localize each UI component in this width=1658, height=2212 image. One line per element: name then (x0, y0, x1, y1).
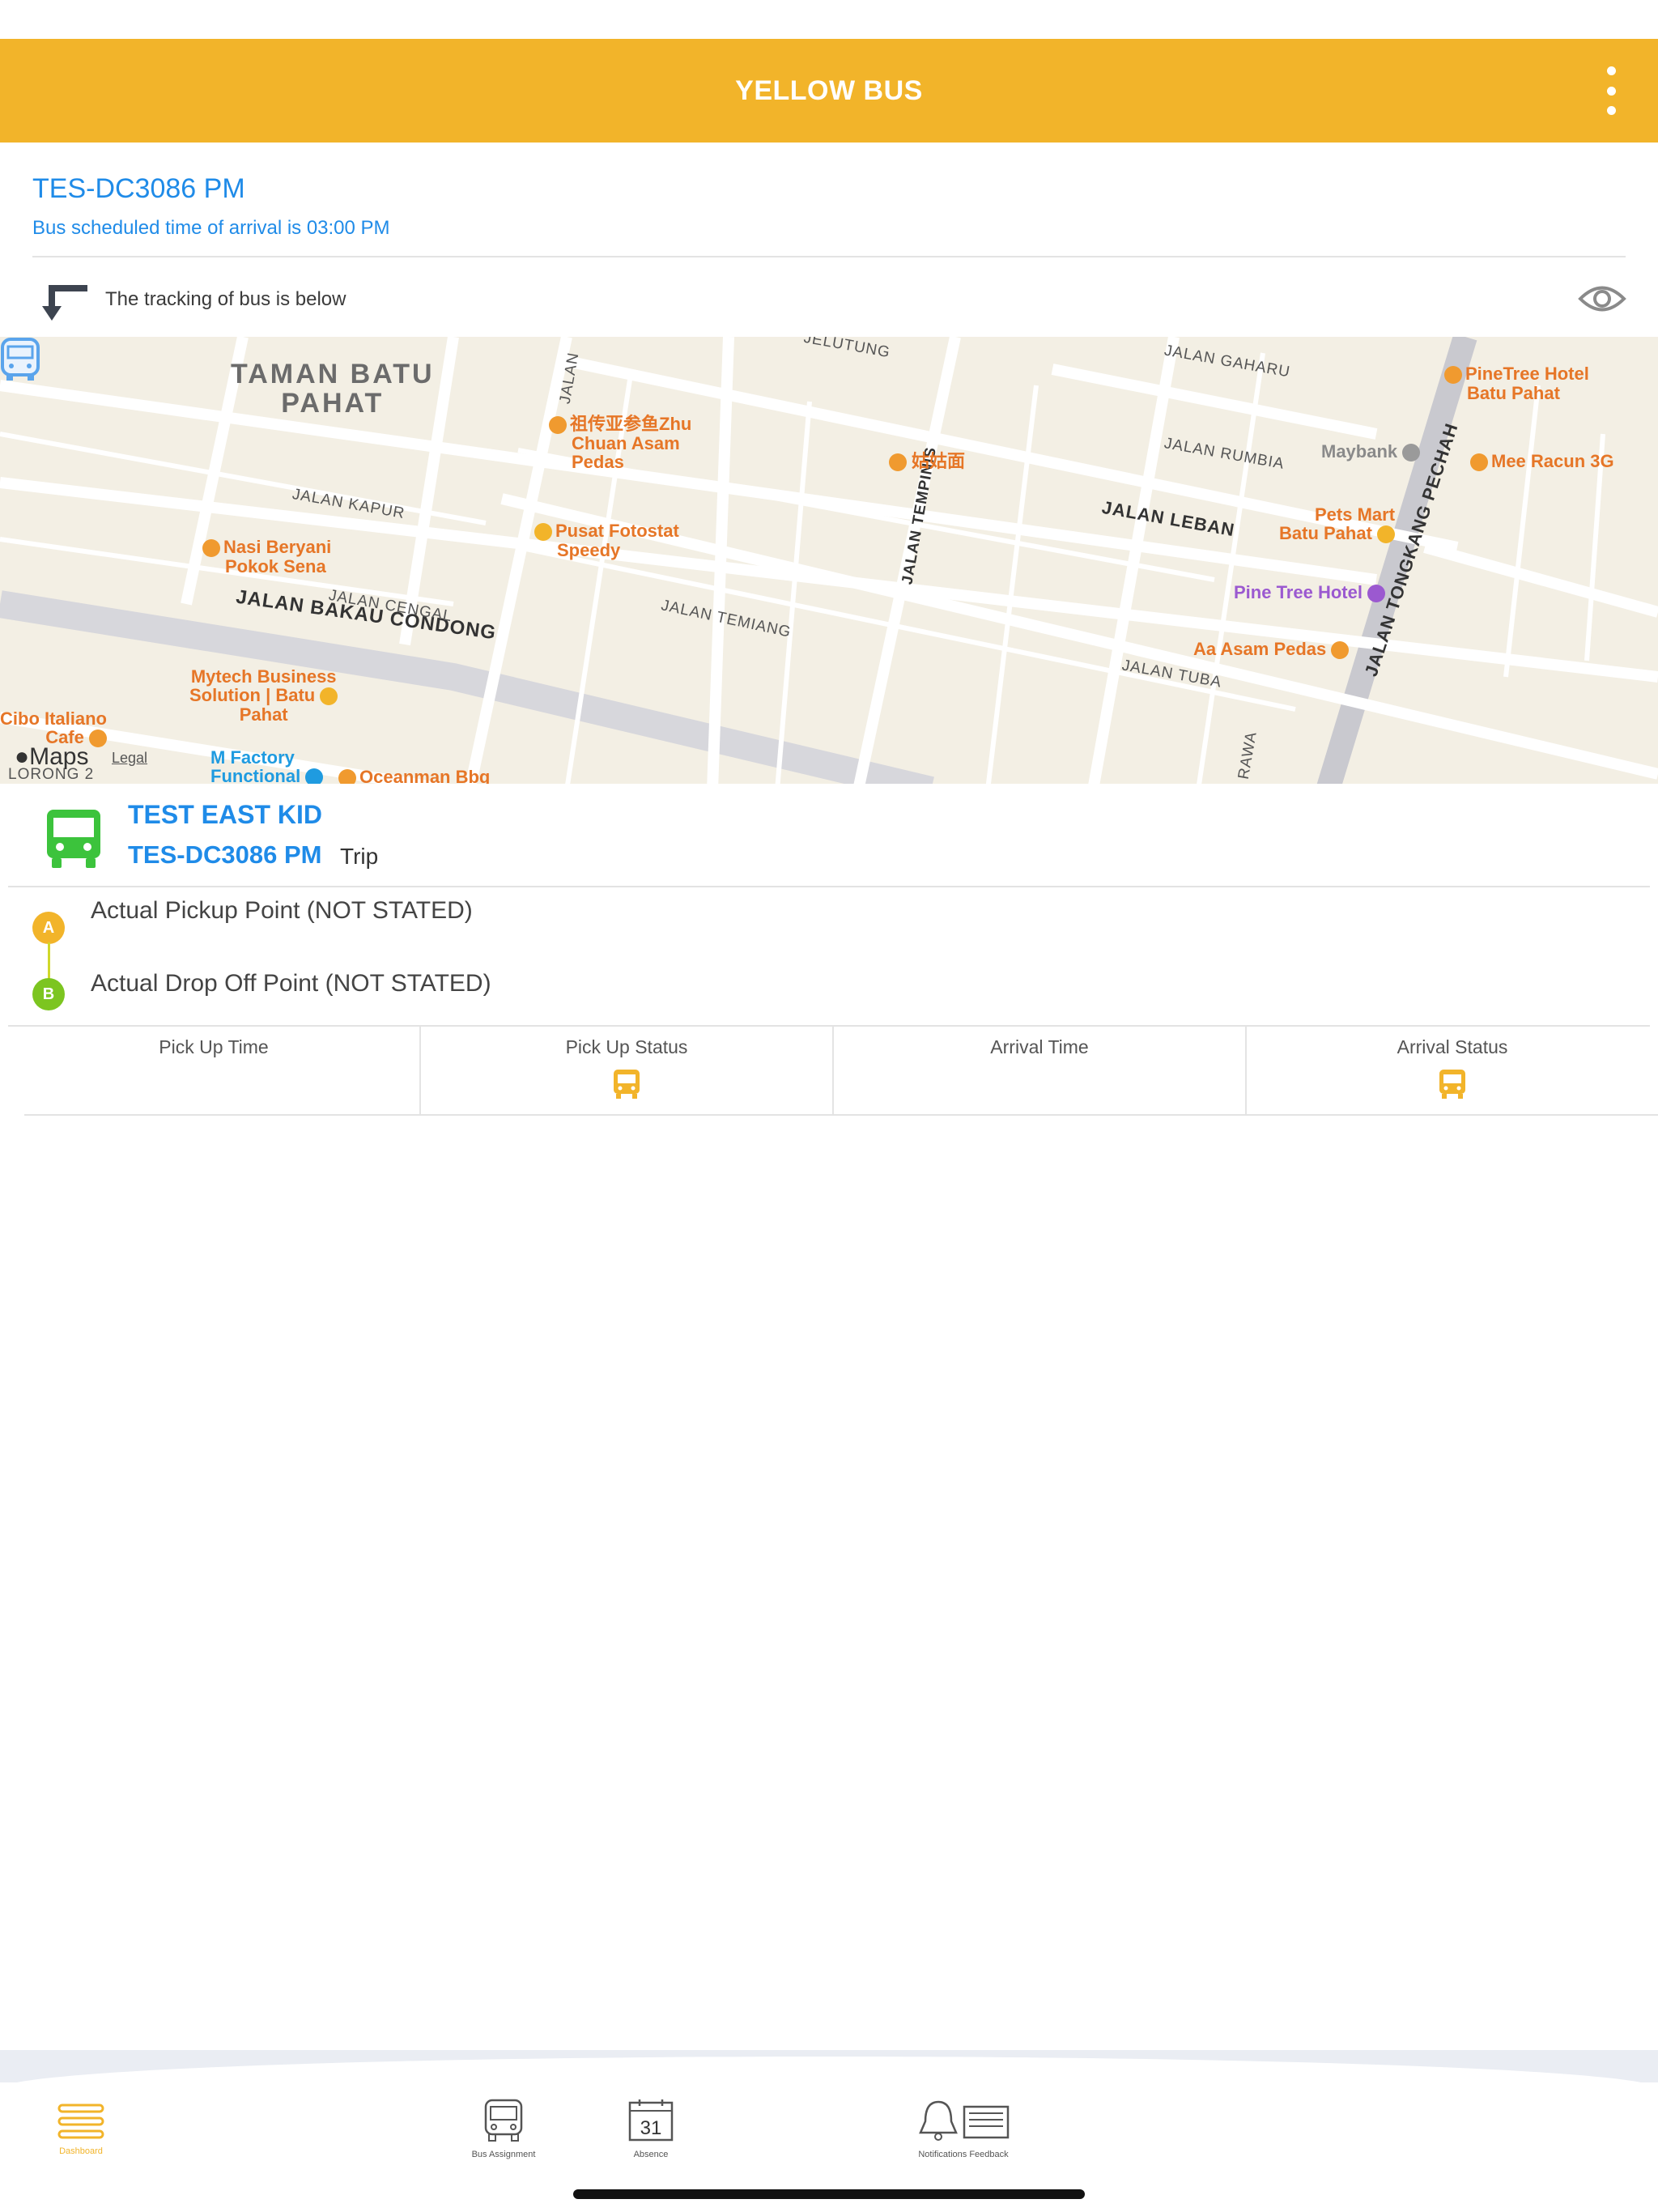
bus-icon (614, 1070, 640, 1099)
bus-icon (47, 810, 100, 868)
map-poi[interactable]: Pine Tree Hotel (1234, 583, 1386, 603)
map-poi[interactable]: Nasi Beryani Pokok Sena (202, 538, 331, 576)
tracking-text: The tracking of bus is below (105, 288, 346, 310)
map-poi[interactable]: M Factory Functional (210, 748, 324, 784)
tab-label: Dashboard (59, 2146, 103, 2156)
home-indicator (573, 2189, 1085, 2199)
map-poi[interactable]: 祖传亚参鱼Zhu Chuan Asam Pedas (549, 415, 691, 471)
pickup-point-text: Actual Pickup Point (NOT STATED) (91, 897, 473, 924)
arrival-status-column: Arrival Status (1245, 1027, 1658, 1114)
map-poi[interactable]: 姑姑面 (889, 452, 965, 472)
more-vertical-icon[interactable] (1601, 66, 1621, 115)
turn-down-arrow-icon (42, 285, 87, 321)
divider (32, 256, 1626, 257)
student-card[interactable]: TEST EAST KID TES-DC3086 PM Trip (0, 785, 1658, 886)
trip-label: Trip (340, 844, 379, 869)
legal-link[interactable]: Legal (112, 750, 147, 767)
tab-dashboard[interactable]: Dashboard (47, 2104, 115, 2156)
map-poi[interactable]: Mee Racun 3G (1470, 452, 1614, 472)
bus-icon (484, 2099, 523, 2142)
map-poi[interactable]: Oceanman Bbq (338, 768, 490, 784)
tracking-map[interactable]: TAMAN BATU PAHAT JALAN BAKAU CONDONG JALA… (0, 337, 1658, 784)
tab-label: Bus Assignment (471, 2150, 536, 2159)
column-header: Pick Up Status (565, 1036, 688, 1057)
pick-up-status-column: Pick Up Status (419, 1027, 832, 1114)
calendar-day: 31 (640, 2117, 662, 2139)
app-title: YELLOW BUS (735, 75, 923, 106)
student-name: TEST EAST KID (128, 800, 323, 829)
divider (8, 886, 1650, 887)
bus-icon (1439, 1070, 1465, 1099)
tab-notifications-feedback[interactable]: Notifications Feedback (910, 2099, 1017, 2159)
status-table: Pick Up Time Pick Up Status Arrival Time… (8, 1027, 1658, 1114)
map-poi[interactable]: PineTree Hotel Batu Pahat (1444, 364, 1589, 402)
trip-code: TES-DC3086 PM (128, 840, 322, 869)
dropoff-point-text: Actual Drop Off Point (NOT STATED) (91, 970, 491, 997)
map-poi[interactable]: Cibo Italiano Cafe (0, 709, 107, 748)
tab-absence[interactable]: 31 Absence (619, 2099, 683, 2159)
pick-up-time-column: Pick Up Time (8, 1027, 419, 1114)
bus-marker-icon[interactable] (0, 337, 40, 382)
divider (24, 1114, 1658, 1116)
column-header: Pick Up Time (159, 1036, 269, 1057)
menu-lines-icon (57, 2104, 104, 2139)
area-label: TAMAN BATU PAHAT (231, 359, 435, 419)
eye-icon[interactable] (1577, 279, 1627, 319)
route-points: A B Actual Pickup Point (NOT STATED) Act… (0, 889, 1658, 1025)
maps-logo: ●Maps (15, 743, 89, 770)
map-poi[interactable]: Mytech Business Solution | Batu Pahat (189, 667, 338, 724)
scheduled-arrival-text: Bus scheduled time of arrival is 03:00 P… (32, 217, 390, 239)
arrival-time-column: Arrival Time (832, 1027, 1245, 1114)
tab-label: Notifications Feedback (918, 2150, 1009, 2159)
column-header: Arrival Time (990, 1036, 1089, 1057)
route-connector (48, 942, 50, 980)
map-poi[interactable]: Maybank (1321, 442, 1421, 462)
bell-feedback-icon (919, 2100, 1010, 2141)
pickup-pin-icon: A (32, 912, 65, 944)
trip-title: TES-DC3086 PM (32, 173, 245, 204)
tab-bus-assignment[interactable]: Bus Assignment (463, 2099, 544, 2159)
dropoff-pin-icon: B (32, 978, 65, 1010)
map-poi[interactable]: Aa Asam Pedas (1193, 640, 1350, 660)
column-header: Arrival Status (1397, 1036, 1508, 1057)
map-poi[interactable]: Pusat Fotostat Speedy (534, 521, 679, 559)
tracking-row: The tracking of bus is below (0, 267, 1658, 332)
tab-label: Absence (633, 2150, 669, 2159)
app-header: YELLOW BUS (0, 39, 1658, 143)
map-poi[interactable]: Pets Mart Batu Pahat (1279, 505, 1396, 544)
calendar-icon: 31 (628, 2099, 674, 2142)
